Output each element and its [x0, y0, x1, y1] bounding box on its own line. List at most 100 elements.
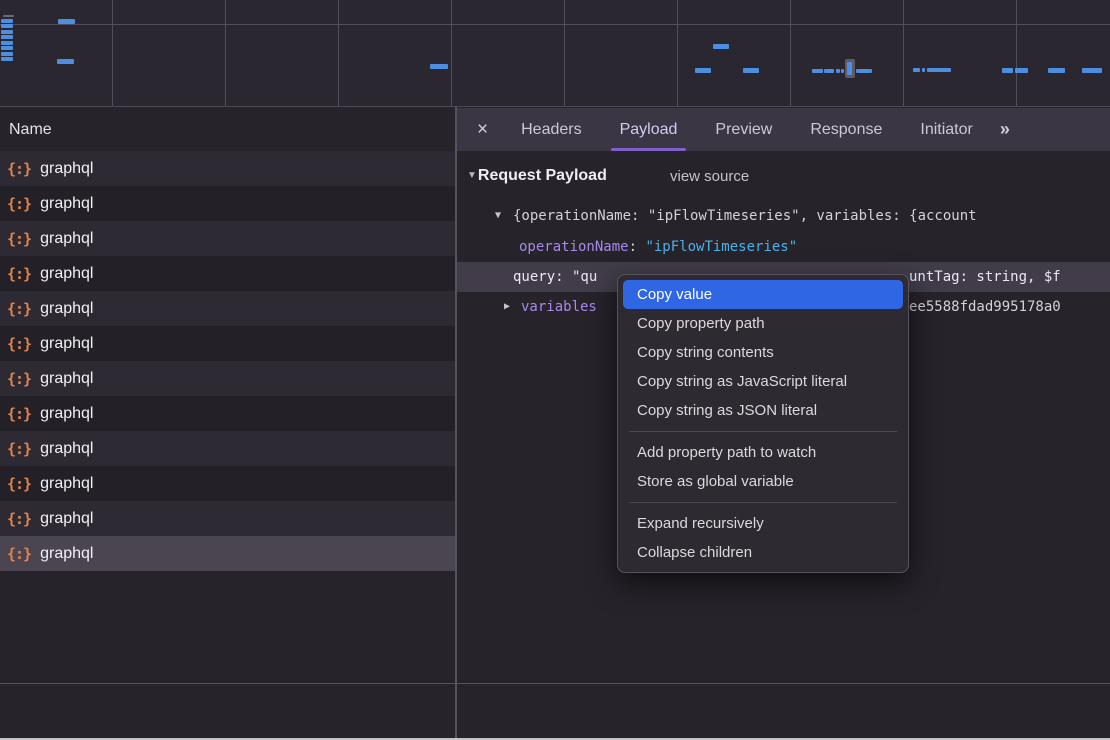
request-timing-bar — [57, 59, 74, 64]
json-braces-icon: {:} — [7, 335, 31, 353]
request-list-panel: Name {:}graphql{:}graphql{:}graphql{:}gr… — [0, 108, 455, 740]
operation-name-key: operationName — [519, 239, 629, 255]
request-timing-bar — [824, 69, 834, 73]
request-timing-bar — [1082, 68, 1102, 73]
timeline-gridline — [677, 0, 678, 106]
request-row[interactable]: {:}graphql — [0, 466, 455, 501]
request-list: {:} graphql {:} graphql {:} graphql {:} graphql… — [0, 151, 455, 571]
request-row[interactable]: {:} graphql — [0, 291, 455, 326]
menu-separator — [629, 502, 897, 503]
json-braces-icon: {:} — [7, 230, 31, 248]
menu-item-collapse-children[interactable]: Collapse children — [623, 538, 903, 567]
request-row[interactable]: {:} graphql — [0, 151, 455, 186]
timeline-divider-line — [0, 24, 1110, 25]
request-timing-bar — [836, 69, 840, 73]
close-icon[interactable]: × — [457, 119, 502, 141]
request-timing-bar — [1048, 68, 1065, 73]
json-braces-icon: {:} — [7, 195, 31, 213]
request-row[interactable]: {:} graphql — [0, 536, 455, 571]
request-timing-bar — [841, 69, 844, 73]
json-braces-icon: {:} — [7, 265, 31, 283]
request-row[interactable]: {:} graphql — [0, 221, 455, 256]
menu-item-copy-property-path[interactable]: Copy property path — [623, 309, 903, 338]
request-name: graphql — [40, 230, 93, 248]
collapse-triangle-icon[interactable]: ▼ — [495, 201, 501, 231]
request-name: graphql — [40, 440, 93, 458]
timeline-gridline — [903, 0, 904, 106]
detail-tabs: HeadersPayloadPreviewResponseInitiator — [502, 108, 992, 151]
request-name: graphql — [40, 545, 93, 563]
more-tabs-icon[interactable]: » — [1000, 119, 1008, 140]
menu-item-copy-value[interactable]: Copy value — [623, 280, 903, 309]
json-braces-icon: {:} — [7, 370, 31, 388]
request-timing-bar — [713, 44, 729, 49]
request-timing-bar — [1, 52, 13, 56]
timeline-gridline — [1016, 0, 1017, 106]
operation-name-row[interactable]: operationName: "ipFlowTimeseries" — [457, 232, 1110, 262]
request-timing-bar — [695, 68, 711, 73]
request-timing-bar — [1015, 68, 1028, 73]
request-timing-bar — [1, 24, 13, 28]
network-overview-timeline[interactable] — [0, 0, 1110, 107]
expand-triangle-icon[interactable]: ▶ — [504, 292, 510, 322]
request-name: graphql — [40, 335, 93, 353]
tab-initiator[interactable]: Initiator — [901, 108, 991, 151]
menu-item-copy-string-as-javascript-literal[interactable]: Copy string as JavaScript literal — [623, 367, 903, 396]
timeline-gridline — [112, 0, 113, 106]
tab-response[interactable]: Response — [791, 108, 901, 151]
menu-item-copy-string-as-json-literal[interactable]: Copy string as JSON literal — [623, 396, 903, 425]
request-timing-bar — [1, 19, 13, 23]
json-braces-icon: {:} — [7, 545, 31, 563]
tab-payload[interactable]: Payload — [601, 108, 697, 151]
request-name: graphql — [40, 405, 93, 423]
request-name: graphql — [40, 195, 93, 213]
request-timing-bar — [1, 57, 13, 61]
menu-item-copy-string-contents[interactable]: Copy string contents — [623, 338, 903, 367]
menu-item-store-as-global-variable[interactable]: Store as global variable — [623, 467, 903, 496]
timeline-gridline — [338, 0, 339, 106]
timeline-gridline — [790, 0, 791, 106]
request-timing-bar — [812, 69, 823, 73]
request-row[interactable]: {:} graphql — [0, 256, 455, 291]
request-row[interactable]: {:} graphql — [0, 501, 455, 536]
request-name: graphql — [40, 300, 93, 318]
payload-root-row[interactable]: ▼ {operationName: "ipFlowTimeseries", va… — [457, 201, 1110, 231]
tab-headers[interactable]: Headers — [502, 108, 600, 151]
json-braces-icon: {:} — [7, 300, 31, 318]
request-name: graphql — [40, 265, 93, 283]
menu-separator — [629, 431, 897, 432]
request-row[interactable]: {:} graphql — [0, 186, 455, 221]
footer-divider — [0, 683, 1110, 684]
json-braces-icon: {:} — [7, 405, 31, 423]
detail-tabbar: × HeadersPayloadPreviewResponseInitiator… — [457, 108, 1110, 151]
query-right-fragment: untTag: string, $f — [909, 262, 1061, 292]
request-name: graphql — [40, 475, 93, 493]
menu-item-expand-recursively[interactable]: Expand recursively — [623, 509, 903, 538]
name-column-header[interactable]: Name — [0, 108, 455, 151]
request-timing-bar — [1, 41, 13, 45]
request-timing-bar — [743, 68, 759, 73]
request-row[interactable]: {:} graphql — [0, 326, 455, 361]
tab-preview[interactable]: Preview — [696, 108, 791, 151]
timeline-gridline — [564, 0, 565, 106]
request-name: graphql — [40, 510, 93, 528]
request-timing-bar — [922, 68, 925, 72]
request-timing-bar — [1, 30, 13, 34]
request-timing-bar — [1, 35, 13, 39]
menu-item-add-property-path-to-watch[interactable]: Add property path to watch — [623, 438, 903, 467]
request-row[interactable]: {:}graphql — [0, 361, 455, 396]
request-row[interactable]: {:} graphql — [0, 396, 455, 431]
request-name: graphql — [40, 160, 93, 178]
variables-right-fragment: ee5588fdad995178a0 — [909, 292, 1061, 322]
json-braces-icon: {:} — [7, 510, 31, 528]
request-row[interactable]: {:} graphql — [0, 431, 455, 466]
request-timing-bar — [927, 68, 951, 72]
request-timing-bar — [1, 46, 13, 50]
json-braces-icon: {:} — [7, 440, 31, 458]
timeline-gridline — [451, 0, 452, 106]
pending-request-bar — [3, 15, 14, 17]
json-braces-icon: {:} — [7, 160, 31, 178]
operation-name-value: "ipFlowTimeseries" — [645, 239, 797, 255]
timeline-gridline — [225, 0, 226, 106]
request-timing-bar — [58, 19, 75, 24]
